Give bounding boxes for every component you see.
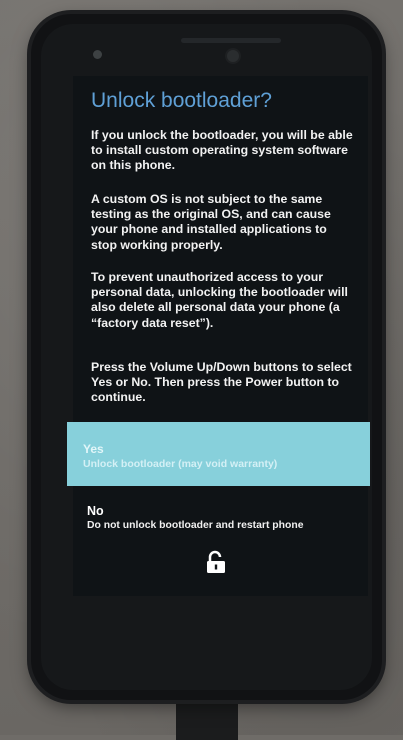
front-camera-icon [227,50,239,62]
option-yes-description: Unlock bootloader (may void warranty) [83,458,278,470]
option-yes[interactable]: Yes Unlock bootloader (may void warranty… [67,422,370,486]
option-no-description: Do not unlock bootloader and restart pho… [87,520,304,531]
warning-paragraph-3: To prevent unauthorized access to your p… [91,270,348,330]
option-no[interactable]: No Do not unlock bootloader and restart … [87,504,367,533]
proximity-sensor [93,50,102,59]
option-no-label: No [87,504,104,518]
warning-paragraph-2: A custom OS is not subject to the same t… [91,192,331,252]
unlock-padlock-icon [207,550,225,573]
earpiece-speaker [181,38,281,43]
instructions-paragraph: Press the Volume Up/Down buttons to sele… [91,360,352,405]
page-title: Unlock bootloader? [91,89,272,112]
warning-paragraph-1: If you unlock the bootloader, you will b… [91,128,353,173]
bootloader-screen: Unlock bootloader? If you unlock the boo… [67,76,370,596]
option-yes-label: Yes [83,442,104,456]
